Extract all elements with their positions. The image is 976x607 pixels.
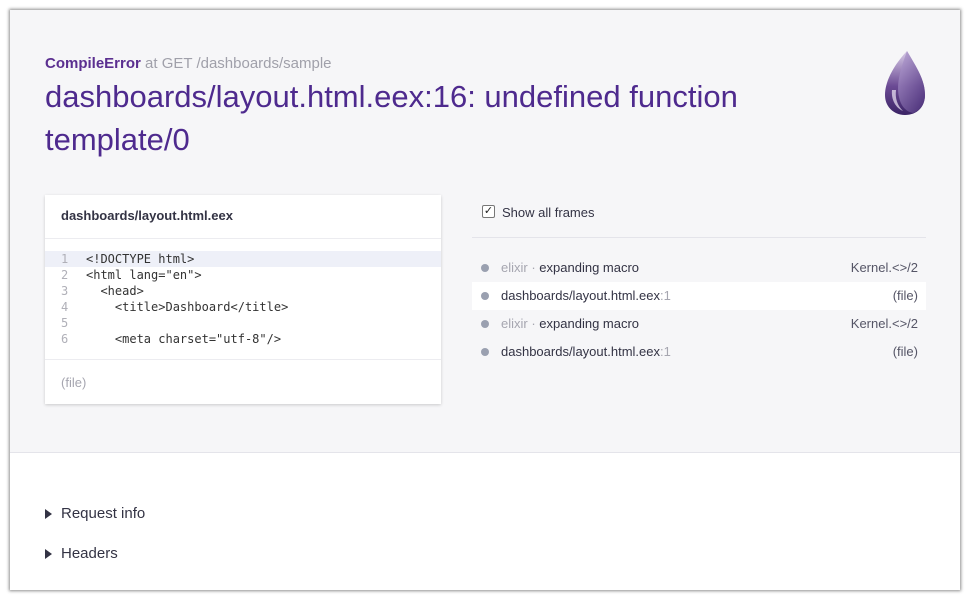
line-number: 3 [61,284,69,298]
request-context: at GET /dashboards/sample [145,55,332,72]
line-text: <head> [86,284,144,298]
frame-dot-icon [481,320,489,328]
line-number: 2 [61,268,69,282]
frame-description: dashboards/layout.html.eex [501,344,660,359]
code-line: 1 <!DOCTYPE html> [45,251,441,267]
headers-label[interactable]: Headers [61,545,118,562]
error-message: dashboards/layout.html.eex:16: undefined… [45,79,738,157]
frame-location: (file) [892,288,918,303]
error-header: CompileError at GET /dashboards/sample d… [10,10,960,453]
code-line: 6 <meta charset="utf-8"/> [45,331,441,347]
error-page: CompileError at GET /dashboards/sample d… [10,10,960,590]
code-line: 4 <title>Dashboard</title> [45,299,441,315]
stack-frame[interactable]: dashboards/layout.html.eex:1 (file) [472,338,926,366]
frame-description: dashboards/layout.html.eex [501,288,660,303]
code-snippet-card: dashboards/layout.html.eex 1 <!DOCTYPE ht… [45,195,441,404]
frame-description: expanding macro [539,260,640,275]
code-line: 3 <head> [45,283,441,299]
frame-app: elixir [501,316,528,331]
code-file-name: dashboards/layout.html.eex [61,208,233,223]
stack-frame[interactable]: elixir · expanding macro Kernel.<>/2 [472,254,926,282]
frame-info: dashboards/layout.html.eex:1 [501,338,671,366]
frame-dot-icon [481,264,489,272]
frame-location: (file) [892,344,918,359]
frame-dot-icon [481,348,489,356]
stack-frames-list: elixir · expanding macro Kernel.<>/2 das… [472,254,926,366]
line-number: 5 [61,316,69,330]
stack-frame-active[interactable]: dashboards/layout.html.eex:1 (file) [472,282,926,310]
frame-line: :1 [659,288,671,303]
request-info-label[interactable]: Request info [61,505,145,522]
frame-description: expanding macro [539,316,640,331]
exception-line: CompileError at GET /dashboards/sample [45,55,332,72]
frame-line: :1 [659,344,671,359]
divider [472,237,926,238]
code-footer: (file) [61,375,87,390]
triangle-right-icon [45,549,52,559]
frame-location: Kernel.<>/2 [850,316,918,331]
line-text: <!DOCTYPE html> [86,252,195,266]
line-number: 1 [61,252,69,266]
frame-separator: · [527,260,540,275]
show-all-frames-label[interactable]: Show all frames [502,205,594,220]
divider [45,238,441,239]
frame-info: elixir · expanding macro [501,254,639,282]
code-lines: 1 <!DOCTYPE html> 2 <html lang="en"> 3 <he… [45,251,441,347]
line-number: 4 [61,300,69,314]
triangle-right-icon [45,509,52,519]
frame-info: dashboards/layout.html.eex:1 [501,282,671,310]
show-all-frames-checkbox[interactable]: ✓ [482,205,495,218]
frame-dot-icon [481,292,489,300]
divider [45,359,441,360]
line-text: <title>Dashboard</title> [86,300,289,314]
stack-frame[interactable]: elixir · expanding macro Kernel.<>/2 [472,310,926,338]
line-text: <html lang="en"> [86,268,202,282]
frame-info: elixir · expanding macro [501,310,639,338]
code-line: 5 [45,315,441,331]
exception-name: CompileError [45,55,141,72]
frame-location: Kernel.<>/2 [850,260,918,275]
code-line: 2 <html lang="en"> [45,267,441,283]
frame-app: elixir [501,260,528,275]
frame-separator: · [527,316,540,331]
elixir-logo-icon [885,51,925,115]
line-text: <meta charset="utf-8"/> [86,332,282,346]
line-number: 6 [61,332,69,346]
